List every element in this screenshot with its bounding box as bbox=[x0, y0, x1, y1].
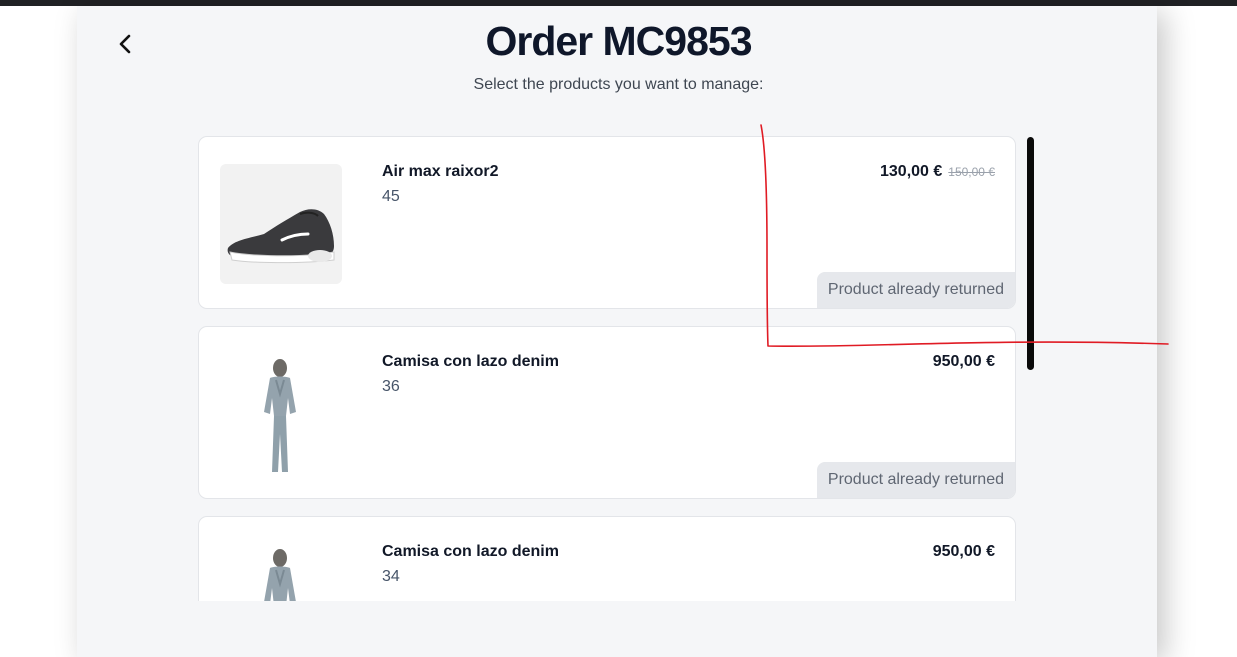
page-title: Order MC9853 bbox=[485, 18, 752, 64]
page-subtitle: Select the products you want to manage: bbox=[473, 76, 764, 93]
price-group: 950,00 € bbox=[933, 543, 995, 561]
status-badge: Product already returned bbox=[816, 272, 1015, 308]
product-image-sneaker bbox=[220, 164, 342, 284]
product-name: Air max raixor2 bbox=[382, 163, 499, 180]
product-name: Camisa con lazo denim bbox=[382, 543, 559, 560]
product-image-denim bbox=[220, 354, 342, 474]
scrollbar-thumb[interactable] bbox=[1027, 137, 1034, 370]
product-size: 45 bbox=[382, 188, 400, 205]
product-card[interactable]: Camisa con lazo denim 34 950,00 € bbox=[198, 516, 1016, 601]
product-size: 36 bbox=[382, 378, 400, 395]
product-old-price: 150,00 € bbox=[948, 165, 995, 179]
product-name: Camisa con lazo denim bbox=[382, 353, 559, 370]
product-size: 34 bbox=[382, 568, 400, 585]
price-group: 950,00 € bbox=[933, 353, 995, 371]
product-card[interactable]: Air max raixor2 45 130,00 € 150,00 € Pro… bbox=[198, 136, 1016, 309]
price-group: 130,00 € 150,00 € bbox=[880, 163, 995, 181]
product-price: 950,00 € bbox=[932, 353, 995, 370]
product-list[interactable]: Air max raixor2 45 130,00 € 150,00 € Pro… bbox=[198, 136, 1018, 601]
status-badge: Product already returned bbox=[816, 462, 1015, 498]
product-image-denim bbox=[220, 544, 342, 601]
product-price: 950,00 € bbox=[932, 543, 995, 560]
product-price: 130,00 € bbox=[880, 163, 943, 180]
product-card[interactable]: Camisa con lazo denim 36 950,00 € Produc… bbox=[198, 326, 1016, 499]
